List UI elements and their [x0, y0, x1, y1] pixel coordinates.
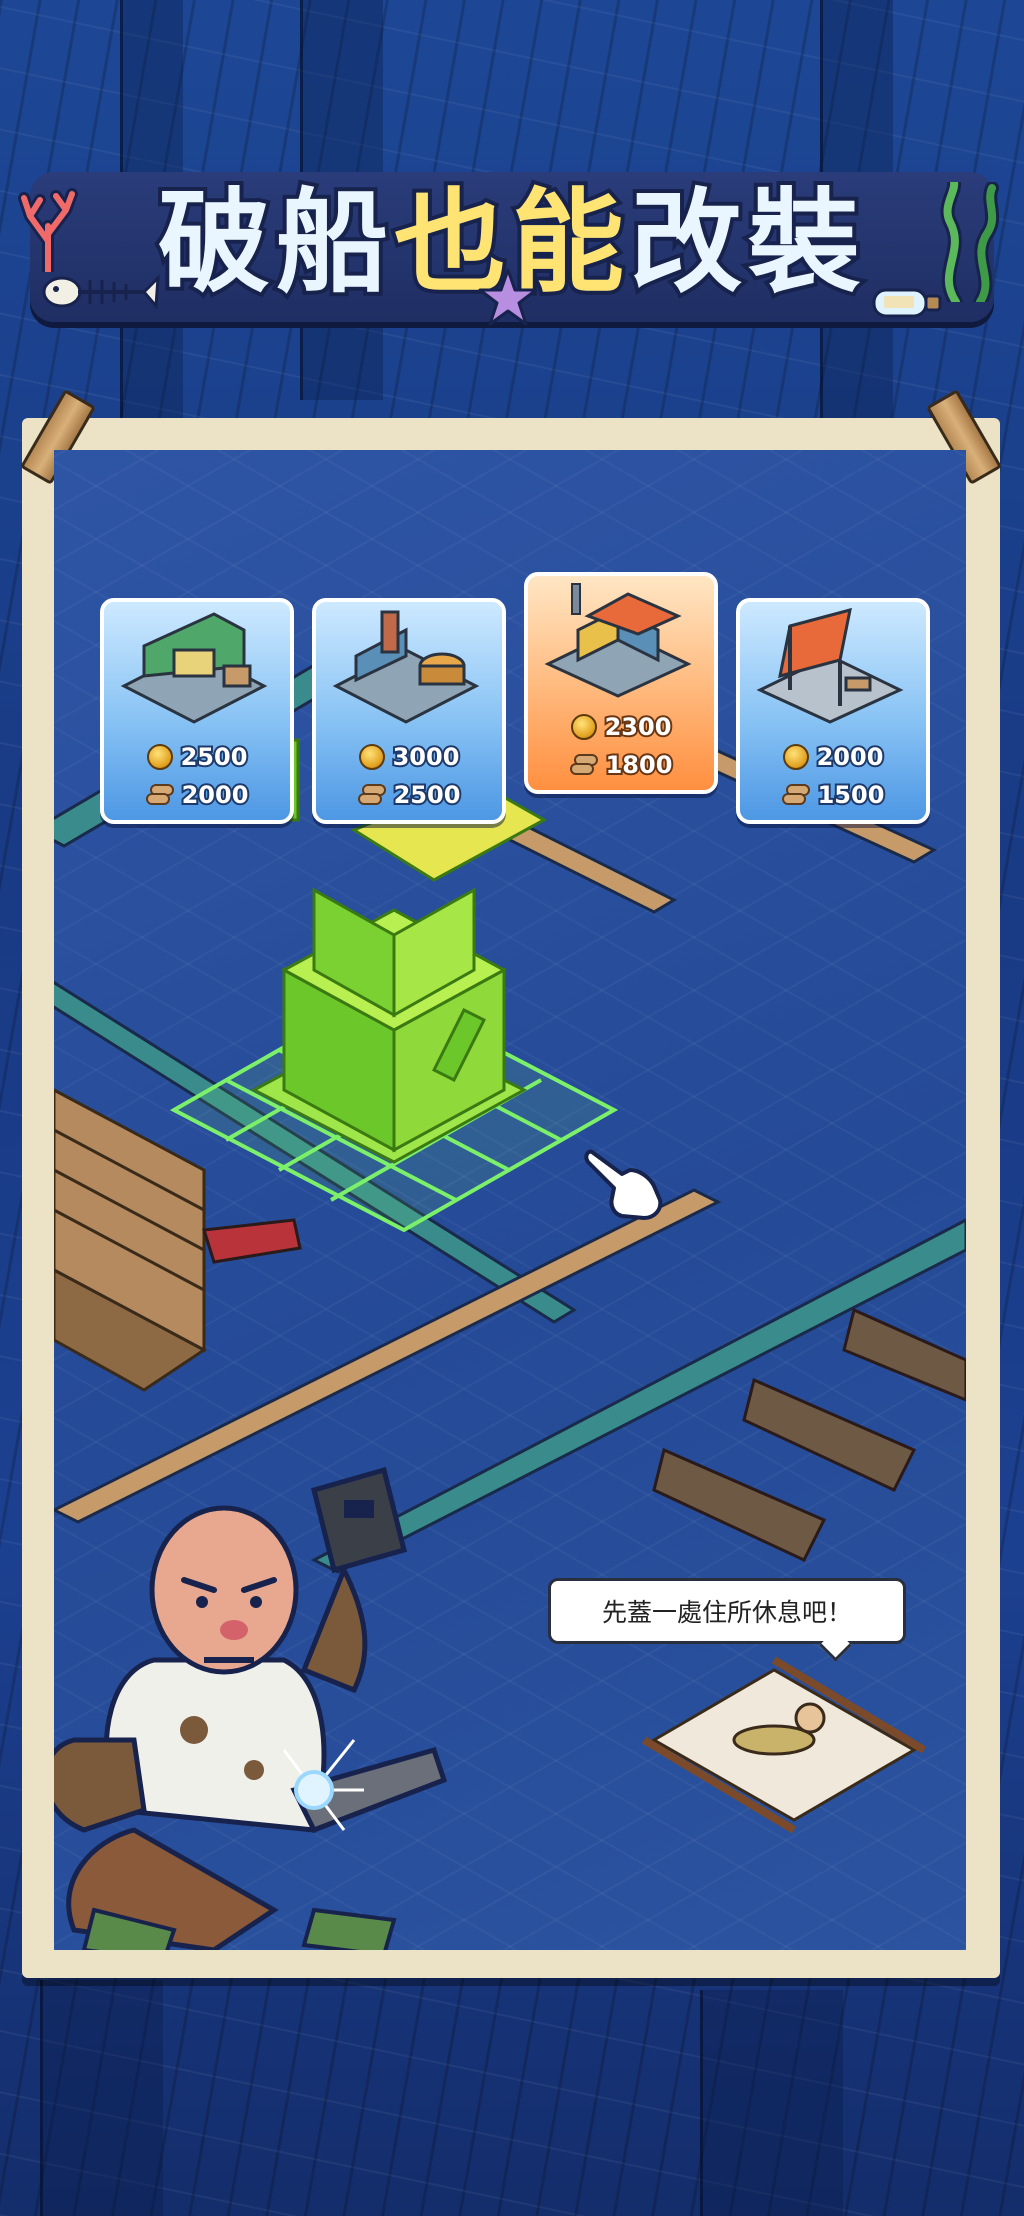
cost-wood-row: 2000 — [104, 778, 290, 812]
wood-log-icon — [569, 754, 598, 776]
coin-cost: 3000 — [391, 741, 462, 773]
coin-icon — [782, 744, 809, 770]
coin-icon — [358, 744, 385, 770]
cost-wood-row: 2500 — [316, 778, 502, 812]
title-part-3: 改裝 — [626, 174, 866, 312]
build-card-kitchen[interactable]: 3000 2500 — [312, 598, 506, 824]
background-plank — [40, 1980, 163, 2216]
wood-log-icon — [357, 784, 386, 806]
build-card-house[interactable]: 2300 1800 — [524, 572, 718, 794]
wood-cost: 2500 — [392, 779, 463, 811]
shop-building-icon — [120, 612, 268, 724]
coin-cost: 2000 — [815, 741, 886, 773]
title-part-1: 破船 — [154, 174, 394, 312]
build-card-workshop[interactable]: 2000 1500 — [736, 598, 930, 824]
pointing-hand-icon — [584, 1149, 663, 1220]
wood-log-icon — [145, 784, 174, 806]
workshop-building-icon — [756, 607, 904, 724]
wood-cost: 2000 — [180, 779, 251, 811]
cost-wood-row: 1500 — [740, 778, 926, 812]
message-bottle-icon — [872, 288, 942, 318]
cost-coins-row: 2000 — [740, 740, 926, 774]
cost-coins-row: 2500 — [104, 740, 290, 774]
coral-icon — [18, 188, 78, 272]
house-building-icon — [544, 583, 692, 698]
coin-icon — [146, 744, 173, 770]
wood-log-icon — [781, 784, 810, 806]
coin-cost: 2500 — [179, 741, 250, 773]
raft — [641, 1656, 927, 1834]
rowboats — [652, 1307, 966, 1562]
wooden-pier — [54, 1088, 207, 1392]
wood-cost: 1500 — [816, 779, 887, 811]
mechanic-character — [54, 1466, 448, 1950]
wood-cost: 1800 — [604, 749, 675, 781]
seaweed-icon — [940, 182, 1000, 302]
red-boat — [202, 1218, 302, 1264]
starfish-icon — [478, 268, 538, 326]
fishbone-icon — [42, 274, 160, 310]
cost-coins-row: 2300 — [528, 710, 714, 744]
coin-cost: 2300 — [603, 711, 674, 743]
build-card-shop[interactable]: 2500 2000 — [100, 598, 294, 824]
cost-coins-row: 3000 — [316, 740, 502, 774]
coin-icon — [570, 714, 597, 740]
hint-speech-bubble: 先蓋一處住所休息吧！ — [548, 1578, 906, 1644]
background-plank — [700, 1990, 843, 2216]
cost-wood-row: 1800 — [528, 748, 714, 782]
kitchen-building-icon — [332, 610, 480, 724]
